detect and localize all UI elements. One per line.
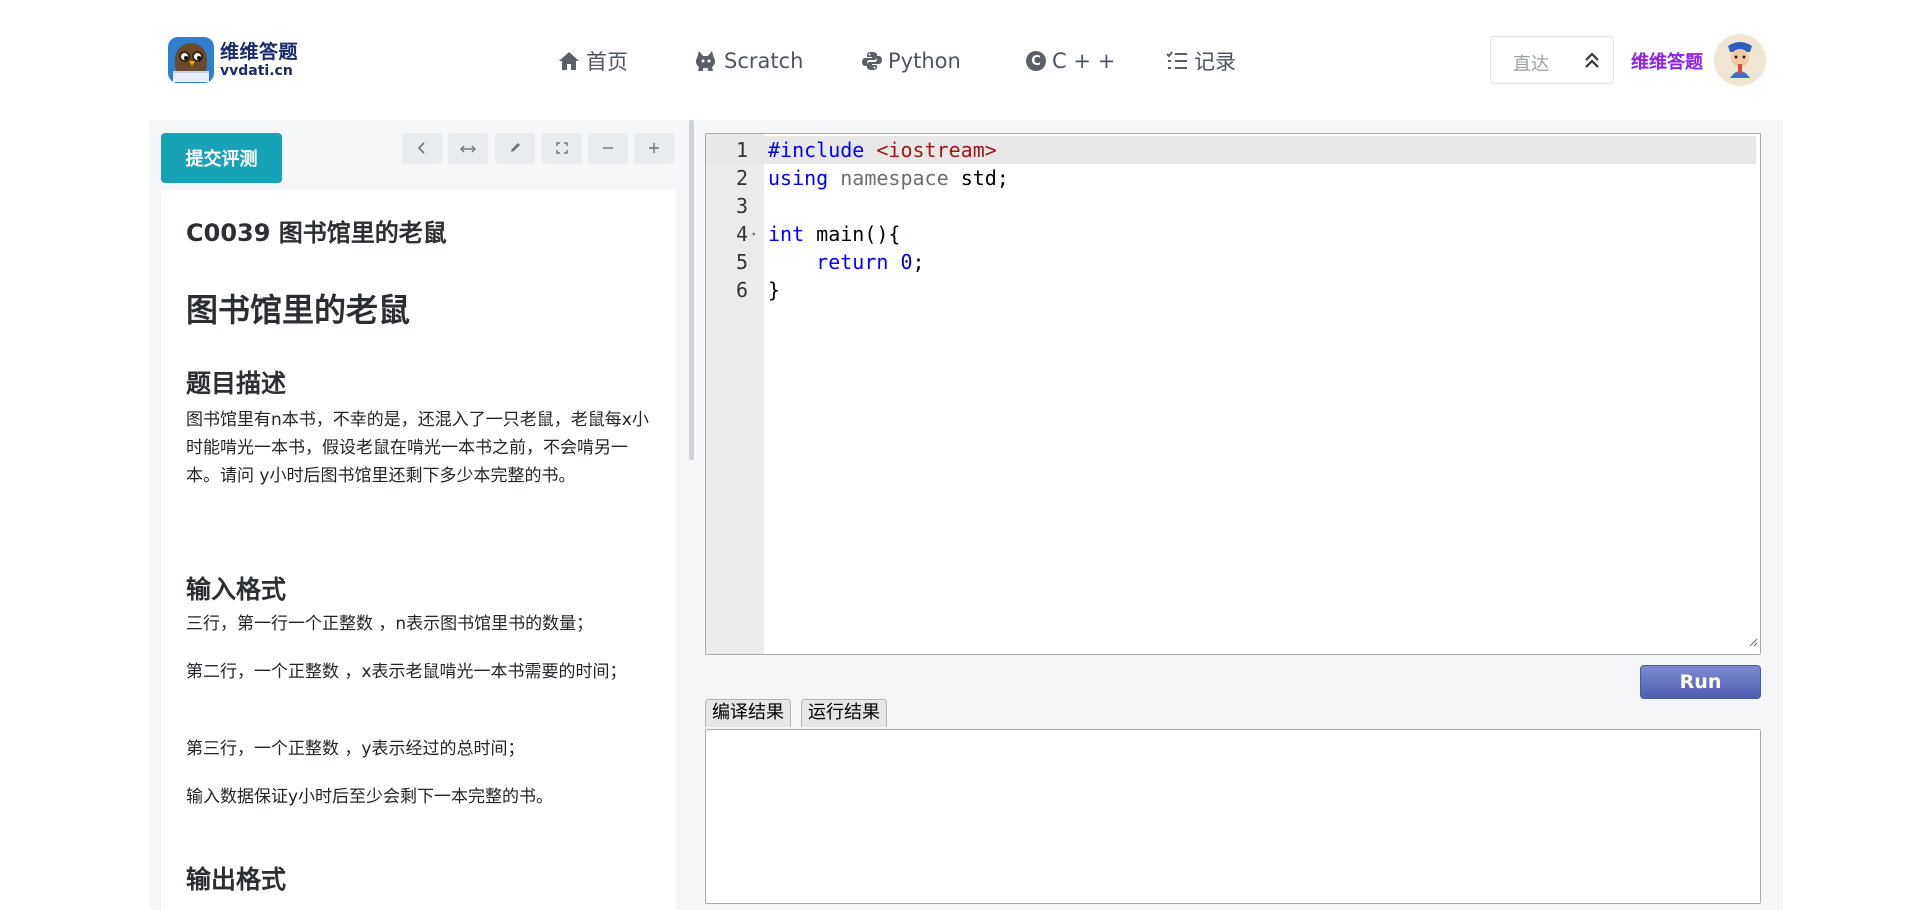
code-line-5: return 0; bbox=[816, 250, 925, 274]
input-line-2: 第二行，一个正整数 ，x表示老鼠啃光一本书需要的时间； bbox=[186, 662, 627, 682]
line-number: 4 bbox=[735, 222, 748, 246]
pencil-icon bbox=[509, 139, 521, 158]
edit-button[interactable] bbox=[495, 133, 535, 164]
panel-scrollbar[interactable] bbox=[689, 120, 694, 460]
tab-compile-result[interactable]: 编译结果 bbox=[705, 699, 791, 727]
code-line-1: #include <iostream> bbox=[768, 138, 997, 162]
nav-python[interactable]: Python bbox=[862, 44, 961, 78]
problem-code-title: C0039 图书馆里的老鼠 bbox=[186, 219, 447, 247]
submit-evaluation-button[interactable]: 提交评测 bbox=[161, 133, 282, 183]
cat-icon bbox=[694, 50, 718, 72]
fullscreen-button[interactable] bbox=[542, 133, 582, 164]
input-line-1: 三行，第一行一个正整数 ，n表示图书馆里书的数量； bbox=[186, 614, 594, 634]
expand-horizontal-icon bbox=[459, 139, 477, 158]
logo-en-text: vvdati.cn bbox=[220, 62, 293, 79]
python-icon bbox=[862, 51, 882, 71]
jump-dropdown[interactable]: 直达 bbox=[1490, 36, 1614, 84]
input-line-4: 输入数据保证y小时后至少会剩下一本完整的书。 bbox=[186, 787, 554, 807]
zoom-out-button[interactable] bbox=[588, 133, 628, 164]
nav-scratch-label: Scratch bbox=[724, 49, 804, 73]
user-name[interactable]: 维维答题 bbox=[1631, 48, 1703, 74]
line-number: 6 bbox=[735, 278, 748, 302]
minus-icon bbox=[602, 139, 614, 158]
tab-run-result[interactable]: 运行结果 bbox=[801, 699, 887, 727]
line-number: 1 bbox=[735, 138, 748, 162]
input-format-heading: 输入格式 bbox=[186, 575, 287, 604]
run-button[interactable]: Run bbox=[1640, 665, 1761, 699]
line-number: 3 bbox=[735, 194, 748, 218]
owl-logo-icon bbox=[168, 37, 214, 83]
nav-records-label: 记录 bbox=[1194, 50, 1236, 74]
description-text: 图书馆里有n本书，不幸的是，还混入了一只老鼠，老鼠每x小时能啃光一本书，假设老鼠… bbox=[186, 410, 649, 486]
resize-grip-icon[interactable] bbox=[1748, 628, 1758, 652]
collapse-button[interactable] bbox=[402, 133, 442, 164]
list-icon bbox=[1166, 51, 1188, 71]
problem-title: 图书馆里的老鼠 bbox=[186, 291, 411, 329]
home-icon bbox=[558, 51, 580, 71]
nav-scratch[interactable]: Scratch bbox=[694, 44, 803, 78]
site-logo[interactable]: 维维答题 vvdati.cn bbox=[168, 37, 298, 83]
line-number: 5 bbox=[735, 250, 748, 274]
code-editor[interactable]: 1 2 3 4 ▾ 5 6 #include <iostream> using … bbox=[705, 133, 1761, 655]
header: 维维答题 vvdati.cn 首页 Scratch Python C C + + bbox=[0, 0, 1920, 120]
zoom-in-button[interactable] bbox=[634, 133, 674, 164]
nav-cpp-label: C + + bbox=[1052, 49, 1116, 73]
chevron-left-icon bbox=[417, 139, 427, 158]
fold-arrow-icon[interactable]: ▾ bbox=[751, 230, 756, 240]
nav-home-label: 首页 bbox=[586, 50, 628, 74]
logo-cn-text: 维维答题 bbox=[220, 40, 299, 63]
nav-records[interactable]: 记录 bbox=[1166, 44, 1236, 78]
expand-width-button[interactable] bbox=[448, 133, 488, 164]
c-circle-icon: C bbox=[1026, 51, 1046, 71]
code-line-6: } bbox=[768, 278, 781, 302]
nav-home[interactable]: 首页 bbox=[558, 44, 628, 78]
input-line-3: 第三行，一个正整数 ，y表示经过的总时间； bbox=[186, 739, 525, 759]
output-format-heading: 输出格式 bbox=[186, 865, 287, 894]
double-chevron-up-icon bbox=[1584, 50, 1600, 74]
fullscreen-icon bbox=[556, 139, 568, 158]
line-number: 2 bbox=[735, 166, 748, 190]
jump-label: 直达 bbox=[1513, 54, 1549, 75]
plus-icon bbox=[648, 139, 660, 158]
nav-python-label: Python bbox=[888, 49, 961, 73]
nav-cpp[interactable]: C C + + bbox=[1026, 44, 1115, 78]
code-line-4: int main(){ bbox=[768, 222, 901, 246]
description-heading: 题目描述 bbox=[186, 369, 287, 398]
result-output[interactable] bbox=[705, 729, 1761, 904]
code-line-2: using namespace std; bbox=[768, 166, 1009, 190]
avatar[interactable] bbox=[1714, 34, 1766, 86]
